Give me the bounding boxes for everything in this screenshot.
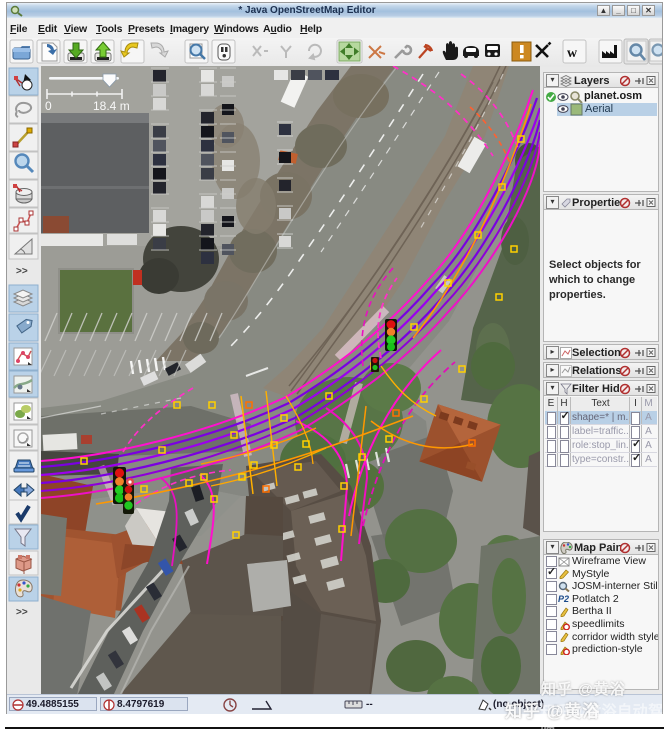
svg-text:>>: >> xyxy=(16,266,28,277)
svg-text:18.4 m: 18.4 m xyxy=(93,99,130,113)
svg-text:w: w xyxy=(567,46,578,61)
svg-text:0: 0 xyxy=(45,99,52,113)
svg-text:>>: >> xyxy=(16,607,28,618)
